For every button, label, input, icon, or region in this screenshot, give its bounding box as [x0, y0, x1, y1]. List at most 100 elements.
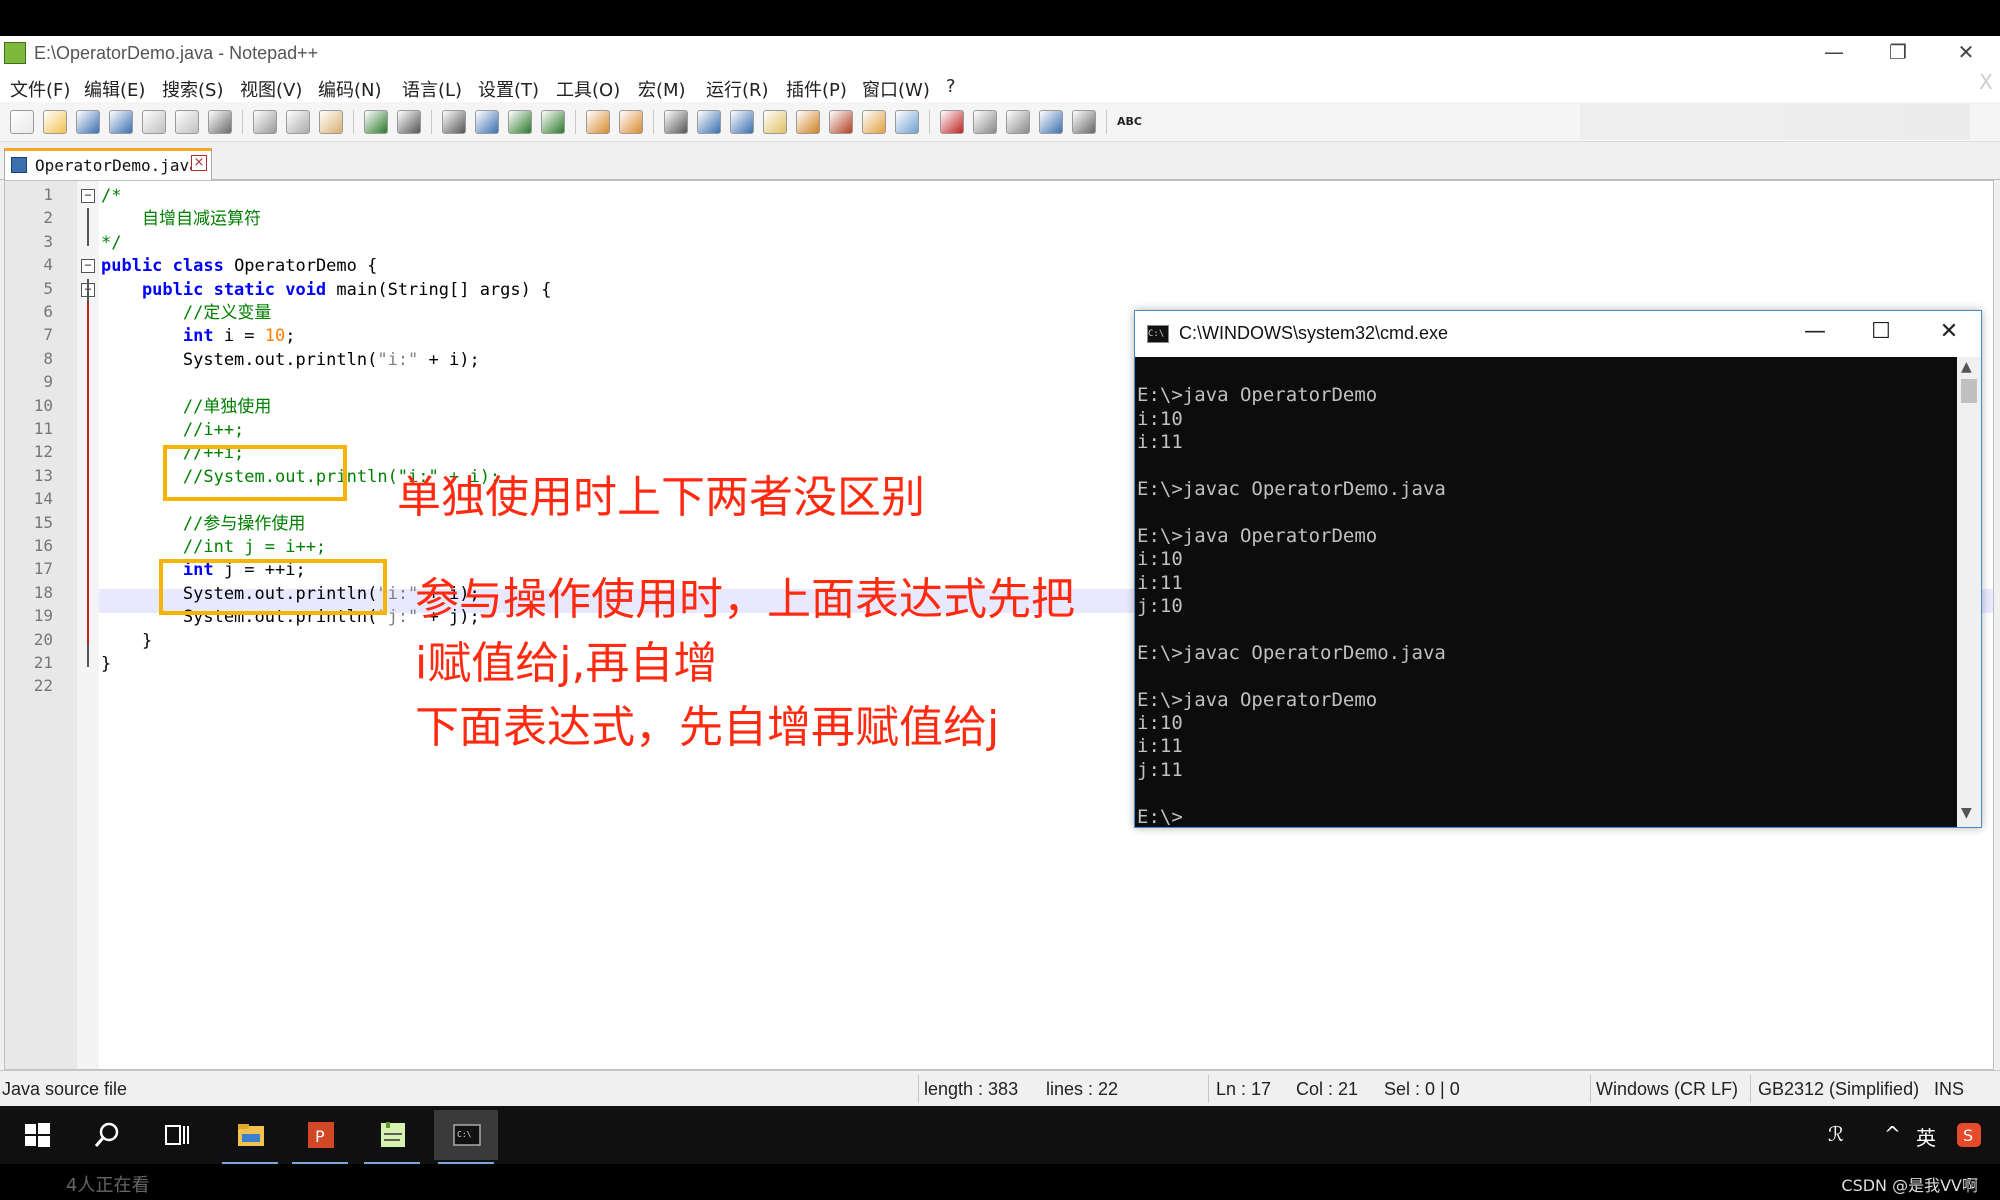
- code-line[interactable]: //定义变量: [101, 301, 271, 325]
- undo-icon[interactable]: [364, 110, 388, 134]
- new-file-icon[interactable]: [10, 110, 34, 134]
- tab-operatordemo[interactable]: OperatorDemo.java ×: [4, 148, 212, 180]
- cmd-close-button[interactable]: ✕: [1929, 319, 1969, 344]
- tab-close-icon[interactable]: ×: [191, 155, 207, 171]
- paste-icon[interactable]: [319, 110, 343, 134]
- taskbar-file-explorer[interactable]: [218, 1110, 282, 1165]
- cmd-scrollbar[interactable]: ▲ ▼: [1957, 357, 1981, 827]
- close-document-button[interactable]: X: [1966, 70, 2000, 94]
- line-number: 22: [33, 676, 53, 696]
- code-line[interactable]: //int j = i++;: [101, 535, 326, 559]
- code-line[interactable]: }: [101, 652, 111, 676]
- cmd-maximize-button[interactable]: ☐: [1861, 319, 1901, 344]
- record-macro-icon[interactable]: [940, 110, 964, 134]
- zoom-in-icon[interactable]: [508, 110, 532, 134]
- code-token: //i++;: [101, 420, 245, 440]
- menu-item[interactable]: 插件(P): [786, 76, 847, 102]
- line-number: 7: [43, 325, 53, 345]
- show-all-chars-icon[interactable]: [697, 110, 721, 134]
- code-token: }: [101, 654, 112, 674]
- menu-item[interactable]: ?: [946, 76, 956, 97]
- csdn-watermark: CSDN @是我VV啊: [1841, 1176, 1978, 1195]
- cmd-minimize-button[interactable]: —: [1795, 319, 1835, 344]
- taskbar-notepadpp[interactable]: [360, 1110, 424, 1165]
- cmd-console-output[interactable]: E:\>java OperatorDemo i:10 i:11 E:\>javac O…: [1135, 357, 1957, 828]
- open-file-icon[interactable]: [43, 110, 67, 134]
- menu-item[interactable]: 工具(O): [556, 76, 620, 102]
- ime-indicator[interactable]: 英: [1916, 1122, 1936, 1151]
- restore-button[interactable]: ❐: [1878, 40, 1918, 64]
- code-line[interactable]: int i = 10;: [101, 324, 296, 348]
- line-number: 11: [33, 419, 53, 438]
- watermark-logo: [1580, 104, 1970, 140]
- menu-item[interactable]: 编码(N): [318, 76, 382, 102]
- code-line[interactable]: public class OperatorDemo {: [101, 254, 377, 278]
- scroll-up-icon[interactable]: ▲: [1961, 359, 1972, 375]
- replace-icon[interactable]: [475, 110, 499, 134]
- code-token: System.out.println(: [101, 349, 378, 370]
- sync-vertical-icon[interactable]: [586, 110, 610, 134]
- cmd-window[interactable]: C:\ C:\WINDOWS\system32\cmd.exe — ☐ ✕ E:…: [1134, 310, 1982, 828]
- redo-icon[interactable]: [397, 110, 421, 134]
- scroll-thumb[interactable]: [1961, 379, 1977, 403]
- code-line[interactable]: //i++;: [101, 418, 244, 442]
- code-line[interactable]: 自增自减运算符: [101, 207, 261, 231]
- code-token: */: [101, 232, 122, 253]
- function-list-icon[interactable]: [829, 110, 853, 134]
- find-icon[interactable]: [442, 110, 466, 134]
- search-button[interactable]: [74, 1110, 138, 1160]
- menu-item[interactable]: 运行(R): [706, 76, 769, 102]
- close-window-button[interactable]: ✕: [1946, 40, 1986, 64]
- taskbar-cmd[interactable]: C:\: [434, 1110, 498, 1165]
- menu-item[interactable]: 窗口(W): [862, 76, 930, 102]
- toolbar-separator: [242, 110, 243, 134]
- code-line[interactable]: }: [101, 629, 152, 653]
- tray-overflow-icon[interactable]: ^: [1884, 1122, 1901, 1146]
- run-macro-multiple-icon[interactable]: [1039, 110, 1063, 134]
- code-line[interactable]: //单独使用: [101, 395, 271, 419]
- save-icon[interactable]: [76, 110, 100, 134]
- code-line[interactable]: System.out.println("i:" + i);: [101, 348, 480, 372]
- word-wrap-icon[interactable]: [664, 110, 688, 134]
- scroll-down-icon[interactable]: ▼: [1961, 805, 1972, 821]
- menu-item[interactable]: 搜索(S): [162, 76, 223, 102]
- taskbar-powerpoint[interactable]: P: [288, 1110, 352, 1165]
- save-all-icon[interactable]: [109, 110, 133, 134]
- task-view-button[interactable]: [144, 1110, 208, 1160]
- menu-item[interactable]: 文件(F): [10, 76, 70, 102]
- sync-horizontal-icon[interactable]: [619, 110, 643, 134]
- menu-item[interactable]: 编辑(E): [84, 76, 145, 102]
- code-line[interactable]: */: [101, 231, 121, 255]
- monitor-icon[interactable]: [895, 110, 919, 134]
- play-macro-icon[interactable]: [1006, 110, 1030, 134]
- close-all-icon[interactable]: [175, 110, 199, 134]
- indent-guide-icon[interactable]: [730, 110, 754, 134]
- minimize-button[interactable]: —: [1814, 40, 1854, 64]
- fold-toggle-icon[interactable]: −: [81, 259, 95, 274]
- sogou-ime-icon[interactable]: S: [1956, 1122, 1982, 1148]
- people-icon[interactable]: ℛ: [1828, 1122, 1844, 1146]
- menu-item[interactable]: 宏(M): [638, 76, 686, 102]
- cut-icon[interactable]: [253, 110, 277, 134]
- status-lines: lines : 22: [1046, 1079, 1119, 1099]
- menu-item[interactable]: 视图(V): [240, 76, 302, 102]
- fold-toggle-icon[interactable]: −: [81, 189, 95, 203]
- code-line[interactable]: //参与操作使用: [101, 512, 305, 536]
- doc-map-icon[interactable]: [796, 110, 820, 134]
- save-macro-icon[interactable]: [1072, 110, 1096, 134]
- start-button[interactable]: [4, 1110, 68, 1160]
- menu-item[interactable]: 设置(T): [478, 76, 539, 102]
- svg-text:S: S: [1963, 1126, 1973, 1145]
- stop-macro-icon[interactable]: [973, 110, 997, 134]
- close-icon[interactable]: [142, 110, 166, 134]
- zoom-out-icon[interactable]: [541, 110, 565, 134]
- code-line[interactable]: /*: [101, 184, 121, 208]
- copy-icon[interactable]: [286, 110, 310, 134]
- folder-workspace-icon[interactable]: [862, 110, 886, 134]
- language-icon[interactable]: [763, 110, 787, 134]
- code-line[interactable]: public static void main(String[] args) {: [101, 278, 551, 302]
- spell-check-icon[interactable]: ABC: [1117, 110, 1142, 134]
- print-icon[interactable]: [208, 110, 232, 134]
- menu-item[interactable]: 语言(L): [402, 76, 462, 102]
- video-frame: E:\OperatorDemo.java - Notepad++ — ❐ ✕ 文…: [0, 0, 2000, 1200]
